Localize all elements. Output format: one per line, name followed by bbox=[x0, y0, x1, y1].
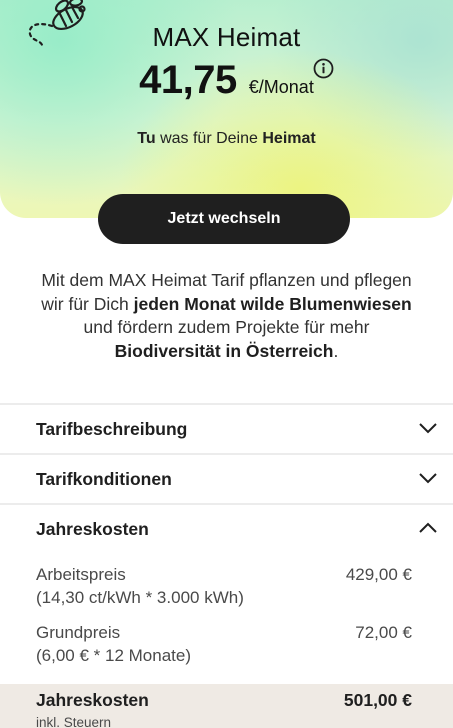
accordion-jahreskosten[interactable]: Jahreskosten bbox=[0, 503, 453, 553]
accordion-tarifkonditionen[interactable]: Tarifkonditionen bbox=[0, 453, 453, 503]
price-unit: €/Monat bbox=[248, 77, 314, 97]
price: 41,75 €/Monat bbox=[0, 58, 453, 110]
info-icon[interactable] bbox=[313, 58, 334, 79]
switch-now-button[interactable]: Jetzt wechseln bbox=[98, 194, 350, 244]
accordion-tarifbeschreibung[interactable]: Tarifbeschreibung bbox=[0, 403, 453, 453]
price-value: 41,75 bbox=[139, 58, 237, 102]
total-amount: 501,00 € bbox=[343, 690, 412, 710]
total-label: Jahreskosten bbox=[36, 690, 149, 710]
cost-row-grundpreis: Grundpreis (6,00 € * 12 Monate) 72,00 € bbox=[36, 621, 412, 667]
slogan: Tu was für Deine Heimat bbox=[137, 130, 316, 147]
annual-cost-total: Jahreskosten 501,00 € inkl. Steuern bbox=[0, 684, 453, 728]
cost-amount: 429,00 € bbox=[345, 565, 412, 584]
cost-amount: 72,00 € bbox=[355, 623, 412, 642]
chevron-down-icon bbox=[419, 423, 437, 434]
accordion-label: Jahreskosten bbox=[36, 518, 149, 539]
cost-detail: (14,30 ct/kWh * 3.000 kWh) bbox=[36, 588, 244, 607]
tariff-name: MAX Heimat bbox=[152, 22, 301, 52]
tax-note: inkl. Steuern bbox=[36, 715, 112, 728]
tariff-header: MAX Heimat 41,75 €/Monat Tu was für Dein… bbox=[0, 0, 453, 218]
accordion-label: Tarifbeschreibung bbox=[36, 418, 188, 439]
cost-detail: (6,00 € * 12 Monate) bbox=[36, 646, 191, 665]
accordion-label: Tarifkonditionen bbox=[36, 468, 172, 489]
chevron-up-icon bbox=[419, 522, 437, 533]
cost-row-arbeitspreis: Arbeitspreis (14,30 ct/kWh * 3.000 kWh) … bbox=[36, 563, 412, 609]
chevron-down-icon bbox=[419, 473, 437, 484]
tariff-description: Mit dem MAX Heimat Tarif pflanzen und pf… bbox=[41, 270, 412, 361]
